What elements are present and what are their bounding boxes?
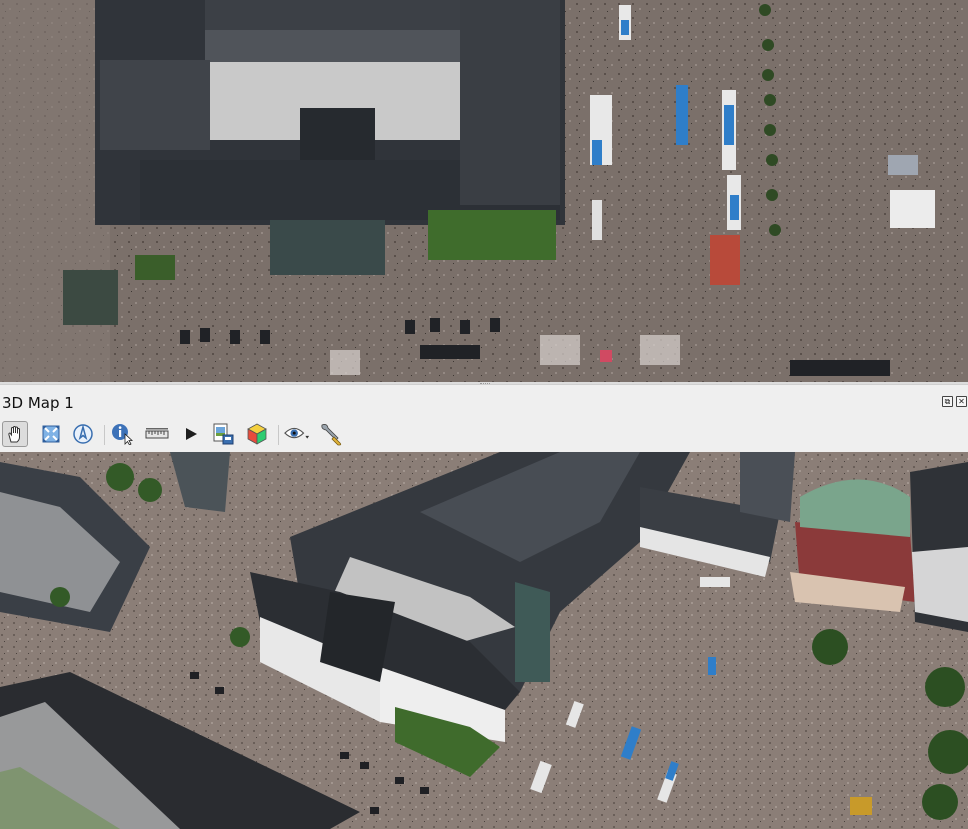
close-panel-button[interactable]: ✕ (956, 396, 967, 407)
animation-play-icon (186, 428, 197, 440)
camera-north-button[interactable] (70, 421, 96, 447)
view-options-button[interactable] (284, 421, 310, 447)
pan-hand-icon (8, 426, 20, 443)
float-panel-button[interactable]: ⧉ (942, 396, 953, 407)
identify-button[interactable] (110, 421, 136, 447)
zoom-full-button[interactable] (38, 421, 64, 447)
aerial-map-render (0, 0, 968, 382)
identify-icon (112, 424, 134, 445)
export-scene-button[interactable] (210, 421, 236, 447)
map-canvas-2d[interactable] (0, 0, 968, 382)
panel-title: 3D Map 1 (2, 394, 74, 412)
animation-play-button[interactable] (178, 421, 204, 447)
measure-line-icon (145, 428, 169, 439)
configure-wrench-icon (321, 424, 342, 446)
zoom-full-icon (42, 425, 60, 443)
map3d-toolbar (0, 418, 968, 452)
panel-title-bar: 3D Map 1 ⧉ ✕ (0, 384, 968, 419)
pan-tool-button[interactable] (2, 421, 28, 447)
configure-button[interactable] (318, 421, 344, 447)
map-canvas-3d[interactable] (0, 452, 968, 829)
export-scene-icon (213, 423, 234, 445)
toolbar-separator (104, 425, 105, 445)
measure-line-button[interactable] (144, 421, 170, 447)
camera-north-icon (73, 424, 93, 444)
toolbar-separator (278, 425, 279, 445)
map-theme-cube-icon (247, 423, 267, 445)
map-theme-button[interactable] (244, 421, 270, 447)
view-eye-icon (284, 427, 310, 439)
3d-scene-render (0, 452, 968, 829)
